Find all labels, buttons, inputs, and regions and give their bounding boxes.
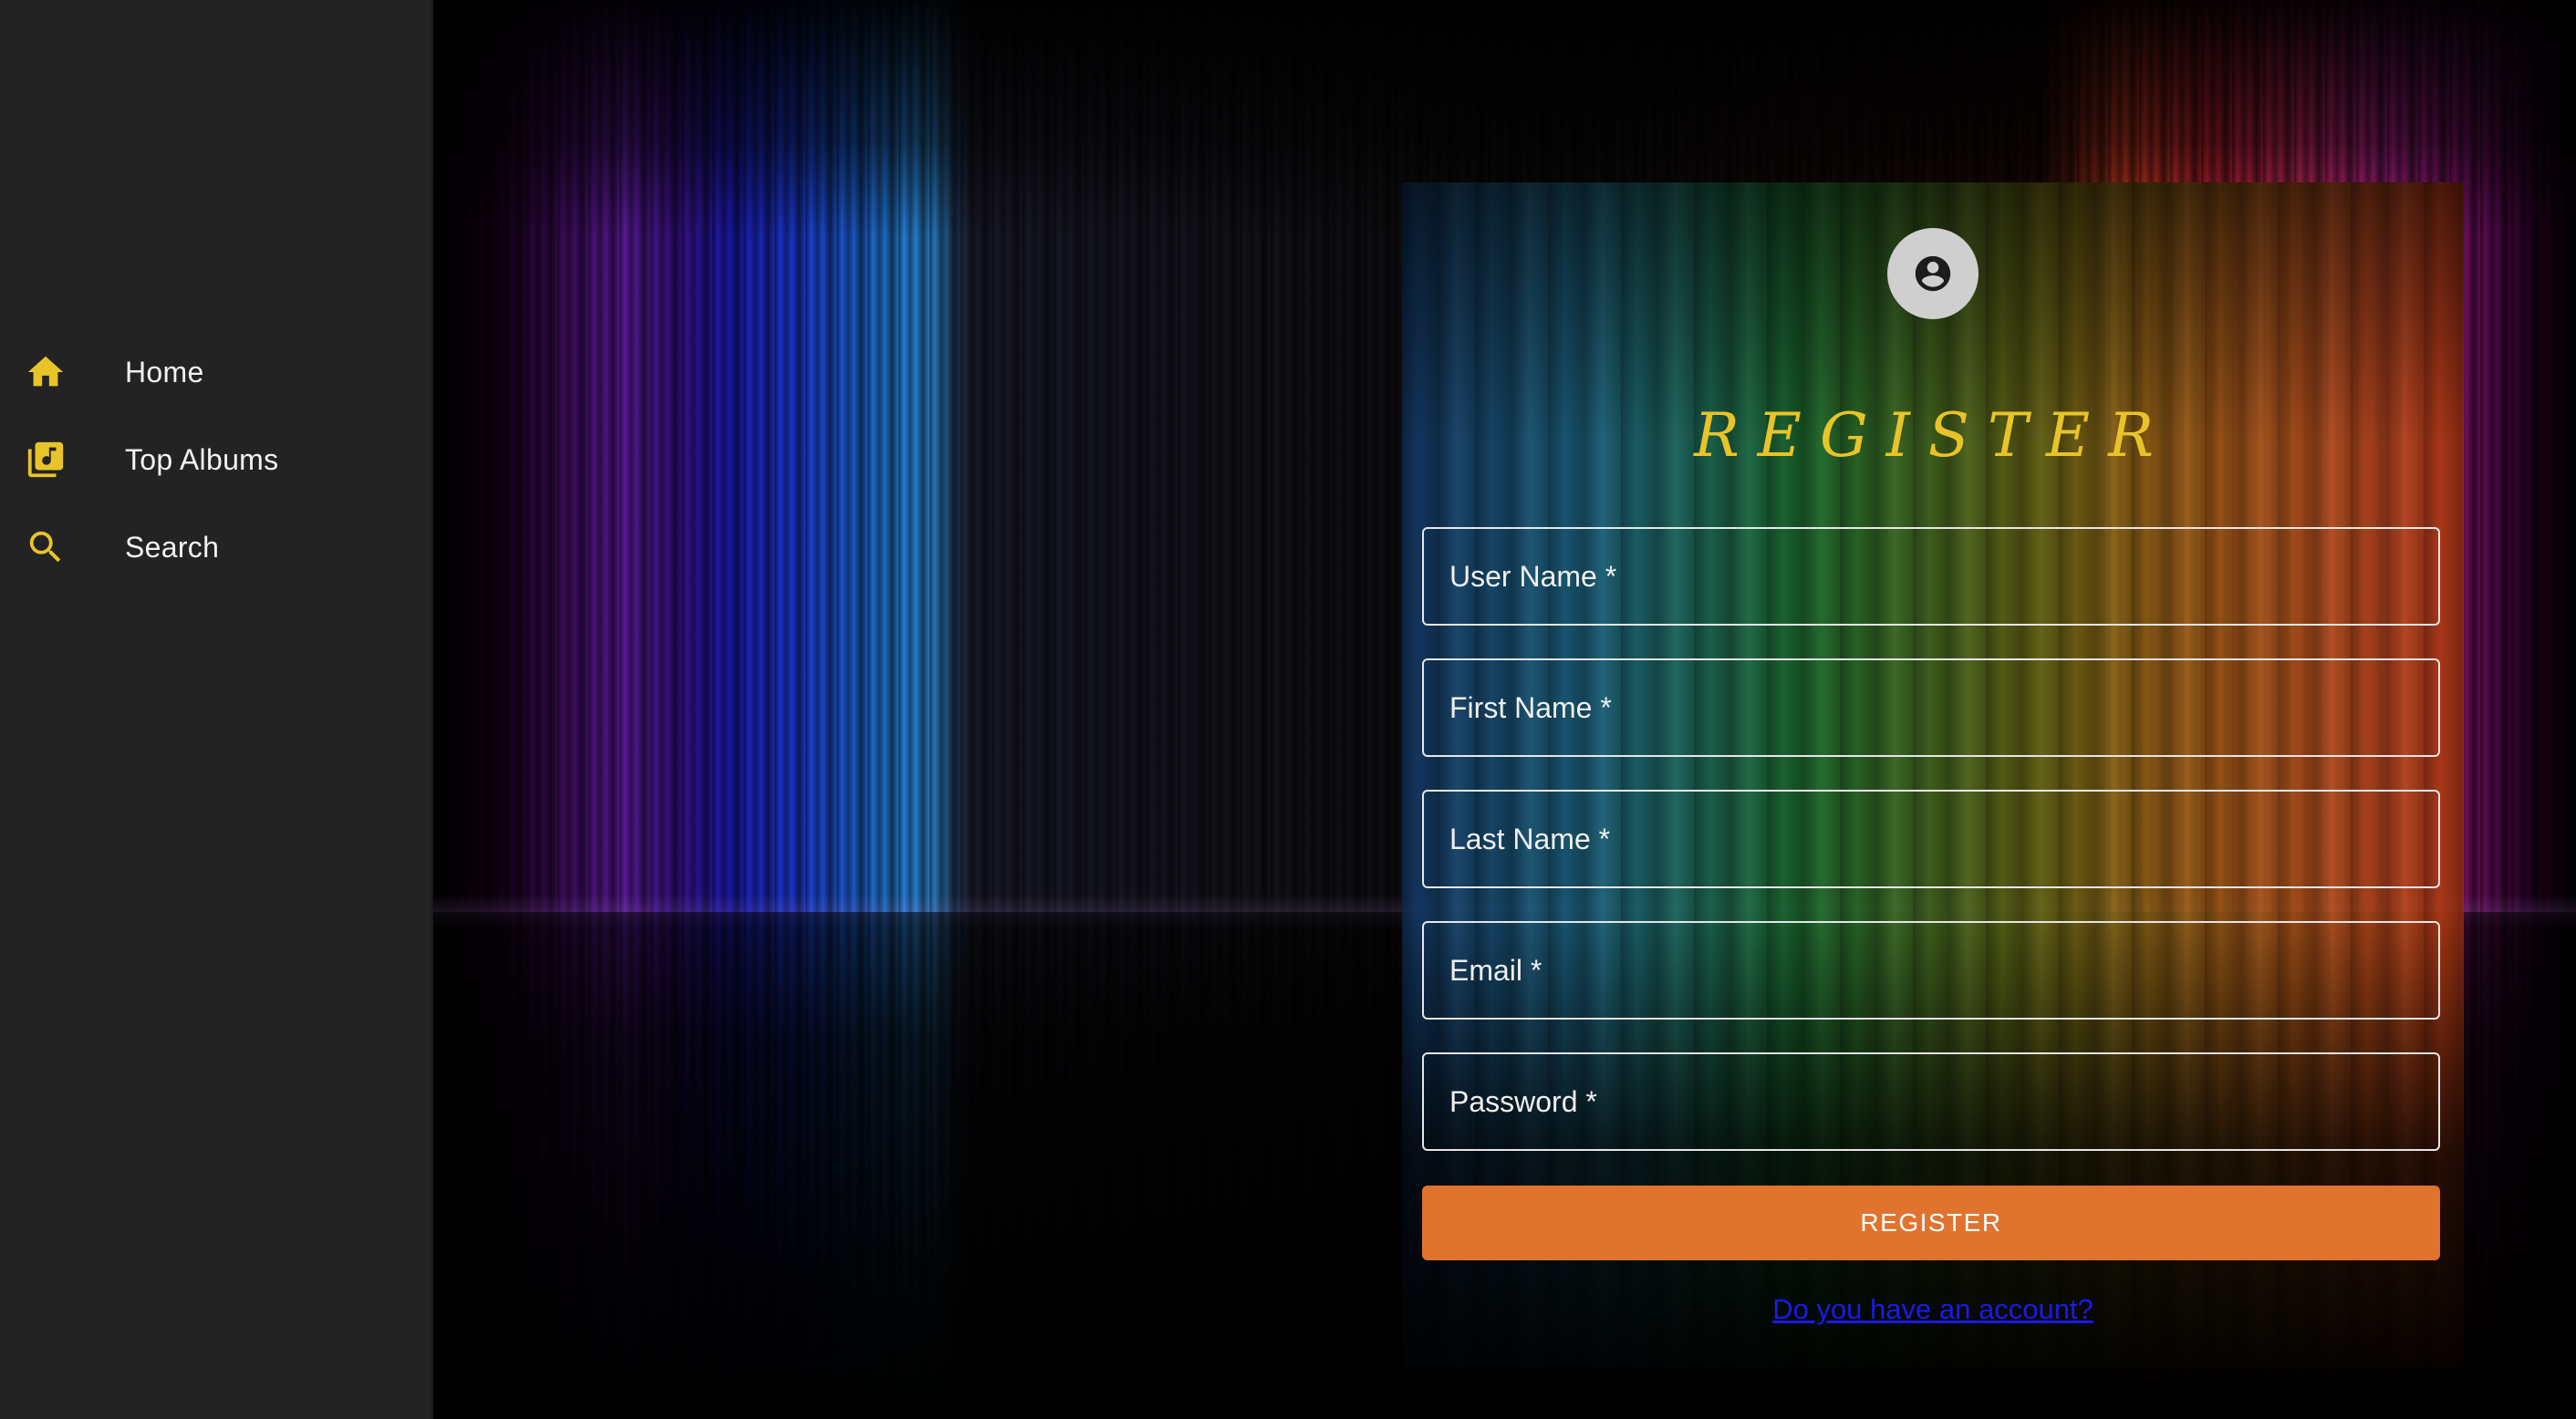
sidebar-item-search[interactable]: Search xyxy=(0,503,431,591)
username-field xyxy=(1422,527,2440,626)
sidebar-item-label: Home xyxy=(125,355,204,388)
sidebar-item-label: Search xyxy=(125,530,220,564)
register-card: REGISTER REGISTER Do you have an acc xyxy=(1402,182,2464,1368)
first-name-input[interactable] xyxy=(1424,660,2438,755)
sidebar-nav: Home Top Albums Search xyxy=(0,328,431,591)
first-name-field xyxy=(1422,658,2440,757)
search-icon xyxy=(25,526,67,568)
register-button[interactable]: REGISTER xyxy=(1422,1186,2440,1260)
app-root: Home Top Albums Search REGISTER User Nam… xyxy=(0,0,2576,1419)
last-name-field xyxy=(1422,790,2440,888)
password-field xyxy=(1422,1052,2440,1151)
account-circle-icon xyxy=(1887,228,1979,319)
username-input[interactable] xyxy=(1424,529,2438,624)
email-field xyxy=(1422,921,2440,1020)
library-music-icon xyxy=(25,439,67,481)
sidebar-item-home[interactable]: Home xyxy=(0,328,431,416)
last-name-input[interactable] xyxy=(1424,792,2438,886)
main-content: REGISTER REGISTER Do you have an acc xyxy=(433,0,2576,1419)
password-input[interactable] xyxy=(1424,1054,2438,1149)
sidebar-item-label: Top Albums xyxy=(125,442,279,476)
home-icon xyxy=(25,351,67,393)
email-input[interactable] xyxy=(1424,923,2438,1018)
register-form: REGISTER REGISTER Do you have an acc xyxy=(1402,182,2464,1368)
login-link[interactable]: Do you have an account? xyxy=(1402,1293,2464,1326)
sidebar-item-top-albums[interactable]: Top Albums xyxy=(0,416,431,503)
sidebar: Home Top Albums Search xyxy=(0,0,433,1419)
page-title: REGISTER xyxy=(1694,400,2172,471)
